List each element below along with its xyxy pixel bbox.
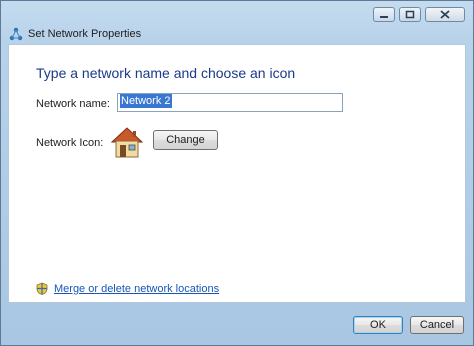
close-button[interactable] [425,7,465,22]
restore-icon [405,10,415,19]
network-name-input[interactable]: Network 2 [117,93,343,112]
restore-button[interactable] [399,7,421,22]
minimize-button[interactable] [373,7,395,22]
network-icon [9,27,23,41]
minimize-icon [380,15,388,18]
change-icon-button[interactable]: Change [153,130,218,150]
caption-controls [373,7,465,22]
cancel-button[interactable]: Cancel [410,316,464,334]
dialog-header: Set Network Properties [9,27,141,41]
merge-delete-locations-link[interactable]: Merge or delete network locations [54,283,219,295]
page-heading: Type a network name and choose an icon [36,65,296,81]
network-name-value: Network 2 [120,94,172,108]
shield-icon [36,282,48,295]
network-name-label: Network name: [36,98,110,110]
merge-link-row: Merge or delete network locations [36,282,219,295]
content-panel: Type a network name and choose an icon N… [8,44,466,303]
ok-button[interactable]: OK [353,316,403,334]
dialog-title: Set Network Properties [28,28,142,40]
dialog-window: Set Network Properties Type a network na… [0,0,474,346]
home-network-icon [110,127,144,158]
close-icon [440,10,450,19]
network-icon-label: Network Icon: [36,137,104,149]
